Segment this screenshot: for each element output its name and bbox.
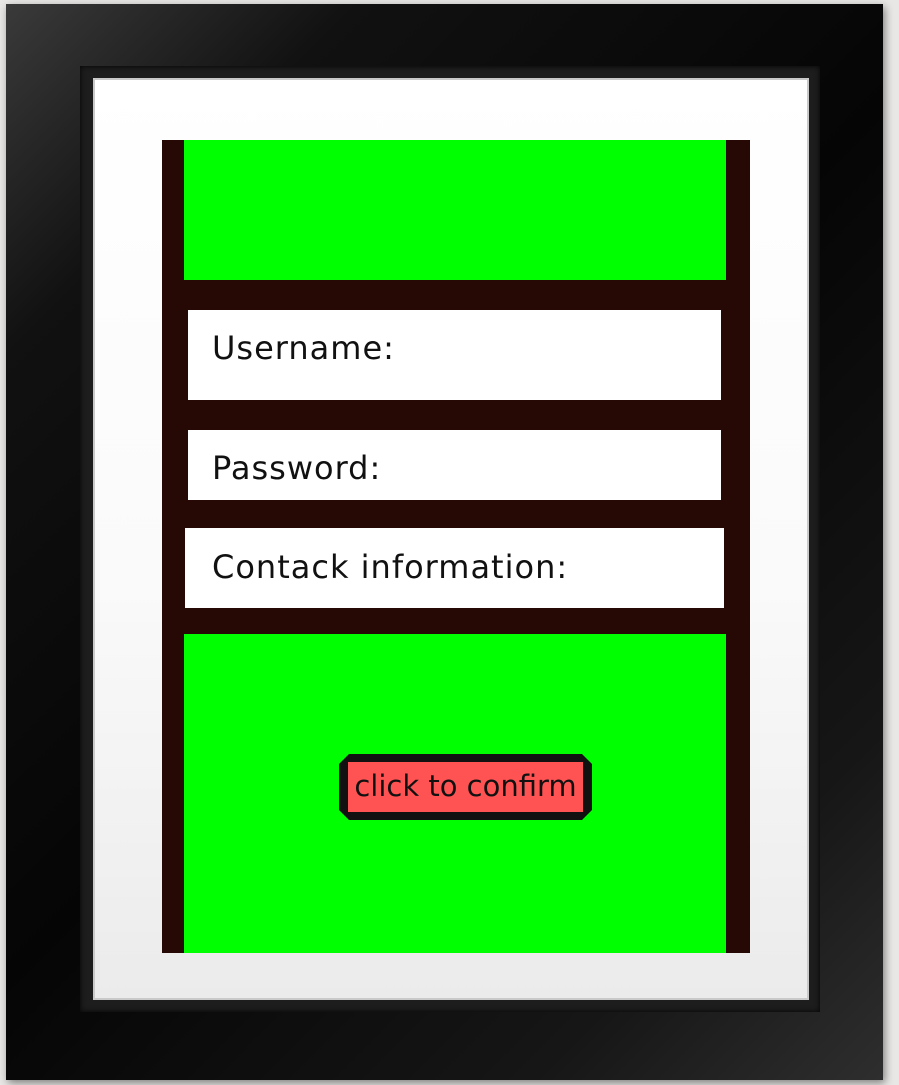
username-field[interactable]: Username:: [188, 310, 721, 400]
username-label: Username:: [212, 329, 395, 367]
contact-information-label: Contack information:: [212, 548, 569, 586]
form-screen: Username: Password: Contack information:…: [162, 140, 750, 953]
confirm-button-label: click to confirm: [348, 762, 583, 812]
confirm-button[interactable]: click to confirm: [339, 754, 592, 820]
header-panel: [184, 140, 726, 280]
password-field[interactable]: Password:: [188, 430, 721, 500]
footer-panel: click to confirm: [184, 634, 726, 953]
password-label: Password:: [212, 449, 382, 487]
contact-information-field[interactable]: Contack information:: [185, 528, 724, 608]
